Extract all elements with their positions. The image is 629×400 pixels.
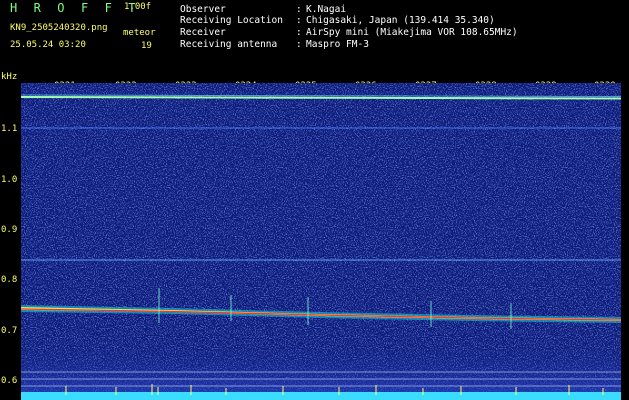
meteor-label: meteor [123, 28, 156, 38]
y-tick-label: 0.7 [1, 326, 18, 336]
location-value: Chigasaki, Japan (139.414 35.340) [306, 15, 495, 26]
receiver-value: AirSpy mini (Miakejima VOR 108.65MHz) [306, 27, 518, 38]
location-label: Receiving Location [180, 15, 283, 26]
spectrogram [21, 83, 621, 400]
y-tick-label: 1.0 [1, 175, 18, 185]
observer-value: K.Nagai [306, 4, 347, 15]
observer-label: Observer [180, 4, 226, 15]
app-version: 1.00f [124, 2, 152, 12]
observation-datetime: 25.05.24 03:20 [10, 40, 86, 50]
y-tick-label: 0.8 [1, 275, 18, 285]
app-title: H R O F F T [10, 1, 141, 15]
y-tick-label: 0.6 [1, 376, 18, 386]
low-frequency-glow [21, 343, 621, 400]
file-name: KN9_2505240320.png [10, 23, 108, 33]
receiver-label: Receiver [180, 27, 226, 38]
observer-colon: : [296, 4, 302, 15]
frequency-unit: kHz [1, 72, 18, 82]
antenna-value: Maspro FM-3 [306, 39, 369, 50]
meteor-count: 19 [141, 41, 152, 51]
y-tick-label: 0.9 [1, 225, 18, 235]
antenna-colon: : [296, 39, 302, 50]
receiver-colon: : [296, 27, 302, 38]
location-colon: : [296, 15, 302, 26]
y-tick-label: 1.1 [1, 124, 18, 134]
hrofft-window: H R O F F T 1.00f KN9_2505240320.png met… [0, 0, 629, 400]
antenna-label: Receiving antenna [180, 39, 278, 50]
bottom-baseline [21, 392, 621, 400]
